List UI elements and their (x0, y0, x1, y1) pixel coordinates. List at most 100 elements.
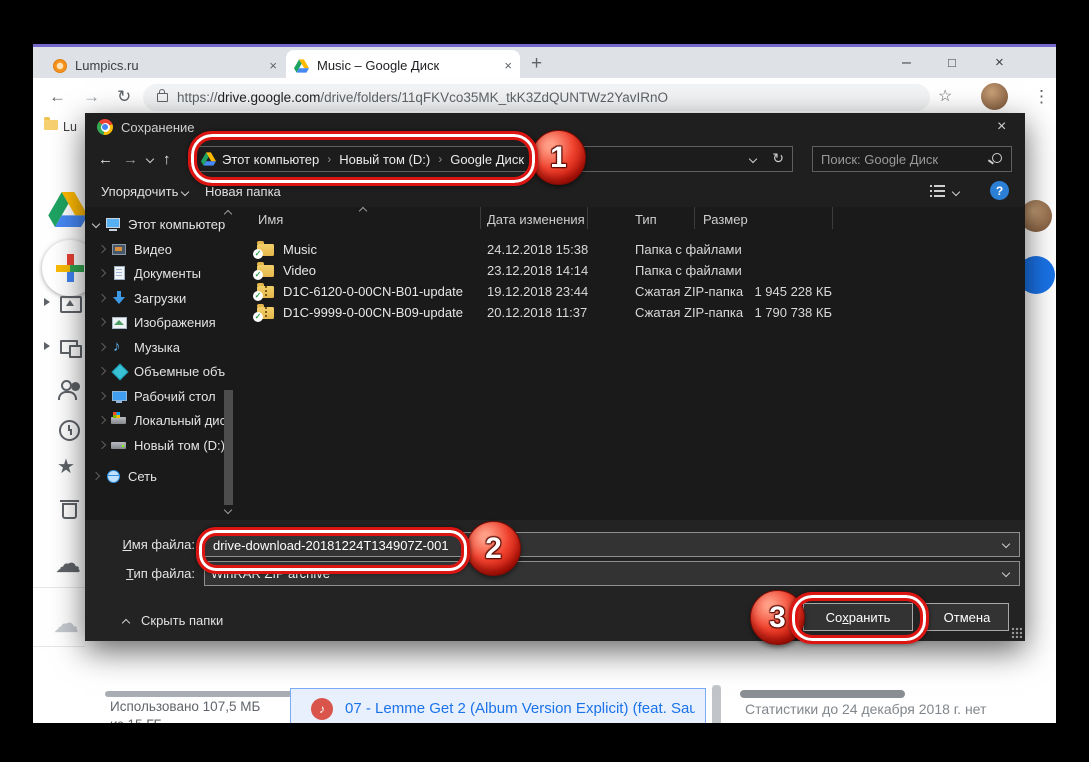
column-header-size[interactable]: Размер (703, 212, 748, 227)
tree-expander-icon[interactable] (98, 343, 106, 351)
table-row[interactable]: ✓D1C-9999-0-00CN-B09-update20.12.2018 11… (250, 304, 1020, 323)
column-header-date[interactable]: Дата изменения (487, 212, 585, 227)
sidebar-item-disk[interactable]: Новый том (D:) (85, 434, 237, 456)
sidebar-item-label: Этот компьютер (128, 217, 225, 232)
tab-close-icon[interactable]: × (504, 58, 512, 73)
page-scrollbar[interactable] (712, 685, 721, 723)
music-icon (111, 339, 127, 355)
recent-locations-chevron-icon[interactable] (146, 155, 154, 163)
browser-toolbar: ← → ↻ https://drive.google.com/drive/fol… (33, 78, 1056, 116)
backups-icon[interactable] (55, 548, 75, 568)
dialog-close-icon[interactable]: × (997, 118, 1006, 136)
address-bar[interactable]: https://drive.google.com/drive/folders/1… (143, 84, 930, 111)
sidebar-item-objects3d[interactable]: Объемные объ (85, 360, 237, 382)
reload-icon[interactable]: ↻ (117, 87, 131, 107)
expand-arrow-icon[interactable] (44, 298, 50, 306)
column-header-name[interactable]: Имя (258, 212, 283, 227)
sidebar-item-desktop[interactable]: Рабочий стол (85, 385, 237, 407)
table-row[interactable]: ✓Music24.12.2018 15:38Папка с файлами (250, 241, 1020, 260)
window-close-button[interactable]: × (995, 54, 1004, 71)
sidebar-item-downloads[interactable]: Загрузки (85, 287, 237, 309)
address-dropdown-chevron-icon[interactable] (749, 155, 757, 163)
forward-icon[interactable]: → (83, 87, 100, 107)
lock-icon[interactable] (157, 93, 168, 102)
scrollbar-thumb[interactable] (712, 685, 721, 723)
tree-expander-icon[interactable] (98, 392, 106, 400)
downloads-icon (111, 290, 127, 306)
tree-expander-icon[interactable] (98, 318, 106, 326)
browser-avatar[interactable] (981, 83, 1008, 110)
new-folder-button[interactable]: Новая папка (205, 184, 281, 199)
hide-folders-button[interactable]: Скрыть папки (141, 613, 223, 628)
tab-lumpics[interactable]: Lumpics.ru × (45, 50, 285, 81)
sidebar-item-pictures[interactable]: Изображения (85, 311, 237, 333)
bookmark-folder-icon[interactable] (44, 120, 58, 130)
drive-file-list: ♪07 - Lemme Get 2 (Album Version Explici… (290, 688, 706, 723)
dialog-forward-icon[interactable]: → (123, 151, 138, 168)
sidebar-item-documents[interactable]: Документы (85, 262, 237, 284)
resize-grip[interactable] (1011, 627, 1022, 638)
tree-expander-icon[interactable] (98, 245, 106, 253)
storage-icon[interactable] (53, 608, 73, 628)
stats-note: Статистики до 24 декабря 2018 г. нет (745, 701, 986, 717)
page-url[interactable]: https://drive.google.com/drive/folders/1… (177, 90, 668, 105)
tree-expander-icon[interactable] (98, 416, 106, 424)
tree-expander-icon[interactable] (98, 441, 106, 449)
back-icon[interactable]: ← (49, 87, 66, 107)
sidebar-item-computer[interactable]: Этот компьютер (85, 213, 237, 235)
browser-menu-icon[interactable]: ⋮ (1033, 87, 1050, 107)
sidebar-item-network[interactable]: Сеть (85, 465, 237, 487)
sidebar-item-label: Документы (134, 266, 201, 281)
window-minimize-button[interactable]: – (902, 54, 911, 72)
scroll-up-icon[interactable] (224, 210, 232, 218)
table-row[interactable]: ✓D1C-6120-0-00CN-B01-update19.12.2018 23… (250, 283, 1020, 302)
organize-menu[interactable]: Упорядочить (101, 184, 178, 199)
sync-check-icon: ✓ (253, 312, 263, 322)
filename-dropdown-chevron-icon[interactable] (1002, 540, 1010, 548)
annotation-rect-save (789, 592, 929, 644)
desktop-icon (111, 388, 127, 404)
column-header-type[interactable]: Тип (635, 212, 657, 227)
expand-arrow-icon[interactable] (44, 342, 50, 350)
scrollbar-thumb[interactable] (224, 390, 233, 505)
search-input[interactable] (819, 149, 983, 170)
organize-chevron-icon[interactable] (181, 188, 189, 196)
scroll-down-icon[interactable] (224, 506, 232, 514)
tree-scrollbar[interactable] (222, 207, 234, 520)
shared-with-me-icon[interactable] (58, 380, 78, 400)
view-mode-chevron-icon[interactable] (952, 188, 960, 196)
filetype-dropdown-chevron-icon[interactable] (1002, 569, 1010, 577)
tree-expander-icon[interactable] (98, 269, 106, 277)
recent-icon[interactable] (59, 420, 79, 440)
table-row[interactable]: ✓Video23.12.2018 14:14Папка с файлами (250, 262, 1020, 281)
tree-expander-icon[interactable] (98, 367, 106, 375)
tree-expander-icon[interactable] (98, 294, 106, 302)
tree-expander-icon[interactable] (92, 220, 100, 228)
dialog-back-icon[interactable]: ← (98, 151, 113, 168)
list-item[interactable]: ♪07 - Lemme Get 2 (Album Version Explici… (290, 688, 706, 723)
computers-icon[interactable] (60, 338, 80, 358)
sidebar-item-video[interactable]: Видео (85, 238, 237, 260)
tab-close-icon[interactable]: × (269, 58, 277, 73)
new-tab-button[interactable]: + (531, 53, 542, 75)
cancel-button[interactable]: Отмена (925, 603, 1009, 631)
chrome-icon (97, 119, 113, 135)
dialog-refresh-icon[interactable]: ↻ (772, 150, 784, 167)
search-icon[interactable] (992, 153, 1002, 163)
file-date: 20.12.2018 11:37 (487, 305, 587, 320)
bookmark-label[interactable]: Lu (63, 120, 77, 134)
starred-icon[interactable] (57, 454, 77, 474)
tree-expander-icon[interactable] (92, 472, 100, 480)
window-maximize-button[interactable]: □ (948, 55, 956, 70)
sidebar-item-disk-windows[interactable]: Локальный дис (85, 409, 237, 431)
trash-icon[interactable] (60, 498, 80, 518)
sidebar-item-label: Музыка (134, 340, 180, 355)
view-mode-icon[interactable] (930, 184, 945, 197)
tab-google-drive[interactable]: Music – Google Диск × (286, 50, 520, 81)
help-button[interactable]: ? (990, 181, 1009, 200)
dialog-up-icon[interactable]: ↑ (163, 151, 171, 168)
sidebar-item-music[interactable]: Музыка (85, 336, 237, 358)
file-name: Video (283, 263, 316, 278)
bookmark-star-icon[interactable]: ☆ (938, 86, 952, 106)
my-drive-icon[interactable] (60, 294, 80, 314)
